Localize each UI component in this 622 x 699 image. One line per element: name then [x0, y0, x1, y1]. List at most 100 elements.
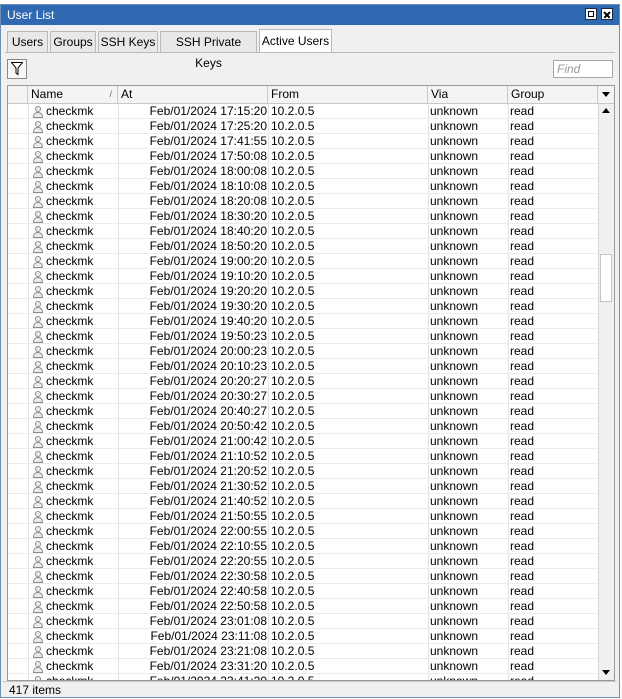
table-row[interactable]: checkmk Feb/01/2024 18:00:08 10.2.0.5 unkno…: [8, 164, 598, 179]
table-row[interactable]: checkmk Feb/01/2024 19:00:20 10.2.0.5 unkno…: [8, 254, 598, 269]
cell-at: Feb/01/2024 18:40:20: [149, 224, 267, 238]
table-row[interactable]: checkmk Feb/01/2024 23:11:08 10.2.0.5 unkno…: [8, 629, 598, 644]
table-row[interactable]: checkmk Feb/01/2024 21:00:42 10.2.0.5 unkno…: [8, 434, 598, 449]
cell-from: 10.2.0.5: [271, 554, 315, 568]
tab-users[interactable]: Users: [7, 31, 48, 52]
maximize-icon[interactable]: [585, 8, 597, 20]
table-row[interactable]: checkmk Feb/01/2024 19:50:23 10.2.0.5 unkno…: [8, 329, 598, 344]
table-row[interactable]: checkmk Feb/01/2024 22:40:58 10.2.0.5 unkno…: [8, 584, 598, 599]
table-row[interactable]: checkmk Feb/01/2024 21:30:52 10.2.0.5 unkno…: [8, 479, 598, 494]
table-row[interactable]: checkmk Feb/01/2024 20:20:27 10.2.0.5 unkno…: [8, 374, 598, 389]
table-row[interactable]: checkmk Feb/01/2024 19:40:20 10.2.0.5 unkno…: [8, 314, 598, 329]
cell-via: unknown: [430, 449, 479, 463]
column-menu-icon[interactable]: [598, 86, 614, 103]
tab-ssh-keys[interactable]: SSH Keys: [98, 31, 158, 52]
cell-name: checkmk: [46, 494, 94, 508]
table-row[interactable]: checkmk Feb/01/2024 22:10:55 10.2.0.5 unkno…: [8, 539, 598, 554]
cell-group: read: [510, 599, 535, 613]
table-row[interactable]: checkmk Feb/01/2024 17:15:20 10.2.0.5 unkno…: [8, 104, 598, 119]
find-input[interactable]: [553, 60, 613, 78]
table-row[interactable]: checkmk Feb/01/2024 19:10:20 10.2.0.5 unkno…: [8, 269, 598, 284]
header-name[interactable]: Name /: [28, 86, 118, 103]
cell-name: checkmk: [46, 599, 94, 613]
table-row[interactable]: checkmk Feb/01/2024 18:40:20 10.2.0.5 unkno…: [8, 224, 598, 239]
close-icon[interactable]: [601, 8, 613, 20]
cell-at: Feb/01/2024 18:30:20: [149, 209, 267, 223]
cell-via: unknown: [430, 614, 479, 628]
cell-from: 10.2.0.5: [271, 239, 315, 253]
header-from[interactable]: From: [268, 86, 428, 103]
cell-group: read: [510, 104, 535, 118]
cell-name: checkmk: [46, 314, 94, 328]
table-row[interactable]: checkmk Feb/01/2024 21:40:52 10.2.0.5 unkno…: [8, 494, 598, 509]
cell-name: checkmk: [46, 449, 94, 463]
table-row[interactable]: checkmk Feb/01/2024 17:41:55 10.2.0.5 unkno…: [8, 134, 598, 149]
cell-group: read: [510, 164, 535, 178]
cell-via: unknown: [430, 524, 479, 538]
user-icon: [33, 630, 43, 643]
cell-group: read: [510, 674, 594, 680]
table-row[interactable]: checkmk Feb/01/2024 18:20:08 10.2.0.5 unkno…: [8, 194, 598, 209]
table-row[interactable]: checkmk Feb/01/2024 21:50:55 10.2.0.5 unkno…: [8, 509, 598, 524]
table-row[interactable]: checkmk Feb/01/2024 22:30:58 10.2.0.5 unkno…: [8, 569, 598, 584]
table-row[interactable]: checkmk Feb/01/2024 20:10:23 10.2.0.5 unkno…: [8, 359, 598, 374]
cell-name: checkmk: [46, 524, 94, 538]
user-icon: [33, 435, 43, 448]
tab-active-users[interactable]: Active Users: [259, 29, 332, 53]
cell-name: checkmk: [46, 359, 94, 373]
user-icon: [33, 570, 43, 583]
tab-groups[interactable]: Groups: [50, 31, 96, 52]
cell-from: 10.2.0.5: [271, 464, 315, 478]
cell-group: read: [510, 239, 535, 253]
cell-at: Feb/01/2024 18:20:08: [149, 194, 267, 208]
cell-from: 10.2.0.5: [271, 539, 315, 553]
header-via[interactable]: Via: [428, 86, 508, 103]
table-row[interactable]: checkmk Feb/01/2024 23:21:08 10.2.0.5 unkno…: [8, 644, 598, 659]
cell-name: checkmk: [46, 674, 118, 680]
table-row[interactable]: checkmk Feb/01/2024 17:25:20 10.2.0.5 unkno…: [8, 119, 598, 134]
scroll-up-icon[interactable]: [599, 104, 614, 118]
table-row[interactable]: checkmk Feb/01/2024 21:10:52 10.2.0.5 unkno…: [8, 449, 598, 464]
cell-via: unknown: [430, 119, 479, 133]
cell-at: Feb/01/2024 21:30:52: [149, 479, 267, 493]
header-group[interactable]: Group: [508, 86, 598, 103]
table-row[interactable]: checkmk Feb/01/2024 22:20:55 10.2.0.5 unkno…: [8, 554, 598, 569]
table-row[interactable]: checkmk Feb/01/2024 22:00:55 10.2.0.5 unkno…: [8, 524, 598, 539]
scroll-thumb[interactable]: [600, 254, 612, 302]
title-bar[interactable]: User List: [1, 5, 619, 25]
cell-via: unknown: [430, 644, 479, 658]
cell-from: 10.2.0.5: [271, 344, 315, 358]
header-at[interactable]: At: [118, 86, 268, 103]
table-row[interactable]: checkmk Feb/01/2024 23:31:20 10.2.0.5 unkno…: [8, 659, 598, 674]
cell-name: checkmk: [46, 239, 94, 253]
cell-from: 10.2.0.5: [271, 254, 315, 268]
scroll-down-icon[interactable]: [599, 666, 614, 680]
table-row[interactable]: checkmk Feb/01/2024 20:30:27 10.2.0.5 unkno…: [8, 389, 598, 404]
table-row[interactable]: checkmk Feb/01/2024 18:30:20 10.2.0.5 unkno…: [8, 209, 598, 224]
table-row[interactable]: checkmk Feb/01/2024 19:20:20 10.2.0.5 unkno…: [8, 284, 598, 299]
cell-via: unknown: [430, 344, 479, 358]
table-row[interactable]: checkmk Feb/01/2024 23:01:08 10.2.0.5 unkno…: [8, 614, 598, 629]
cell-at: Feb/01/2024 20:20:27: [149, 374, 267, 388]
table-row[interactable]: checkmk Feb/01/2024 17:50:08 10.2.0.5 unkno…: [8, 149, 598, 164]
table-row[interactable]: checkmk Feb/01/2024 20:50:42 10.2.0.5 unkno…: [8, 419, 598, 434]
cell-from: 10.2.0.5: [271, 659, 315, 673]
cell-from: 10.2.0.5: [271, 434, 315, 448]
table-row[interactable]: checkmk Feb/01/2024 18:50:20 10.2.0.5 unkno…: [8, 239, 598, 254]
vertical-scrollbar[interactable]: [598, 104, 614, 680]
table-row[interactable]: checkmk Feb/01/2024 21:20:52 10.2.0.5 unkno…: [8, 464, 598, 479]
cell-at: Feb/01/2024 19:00:20: [149, 254, 267, 268]
table-row[interactable]: checkmk Feb/01/2024 20:00:23 10.2.0.5 unkno…: [8, 344, 598, 359]
table-row[interactable]: checkmkFeb/01/2024 23:41:2010.2.0.5 unkno…: [8, 674, 598, 680]
filter-button[interactable]: [7, 59, 27, 79]
table-row[interactable]: checkmk Feb/01/2024 20:40:27 10.2.0.5 unkno…: [8, 404, 598, 419]
cell-group: read: [510, 659, 535, 673]
cell-group: read: [510, 179, 535, 193]
tab-ssh-private-keys[interactable]: SSH Private Keys: [160, 31, 257, 70]
cell-group: read: [510, 479, 535, 493]
table-row[interactable]: checkmk Feb/01/2024 18:10:08 10.2.0.5 unkno…: [8, 179, 598, 194]
table-row[interactable]: checkmk Feb/01/2024 22:50:58 10.2.0.5 unkno…: [8, 599, 598, 614]
cell-from: 10.2.0.5: [271, 644, 315, 658]
table-row[interactable]: checkmk Feb/01/2024 19:30:20 10.2.0.5 unkno…: [8, 299, 598, 314]
cell-from: 10.2.0.5: [271, 374, 315, 388]
